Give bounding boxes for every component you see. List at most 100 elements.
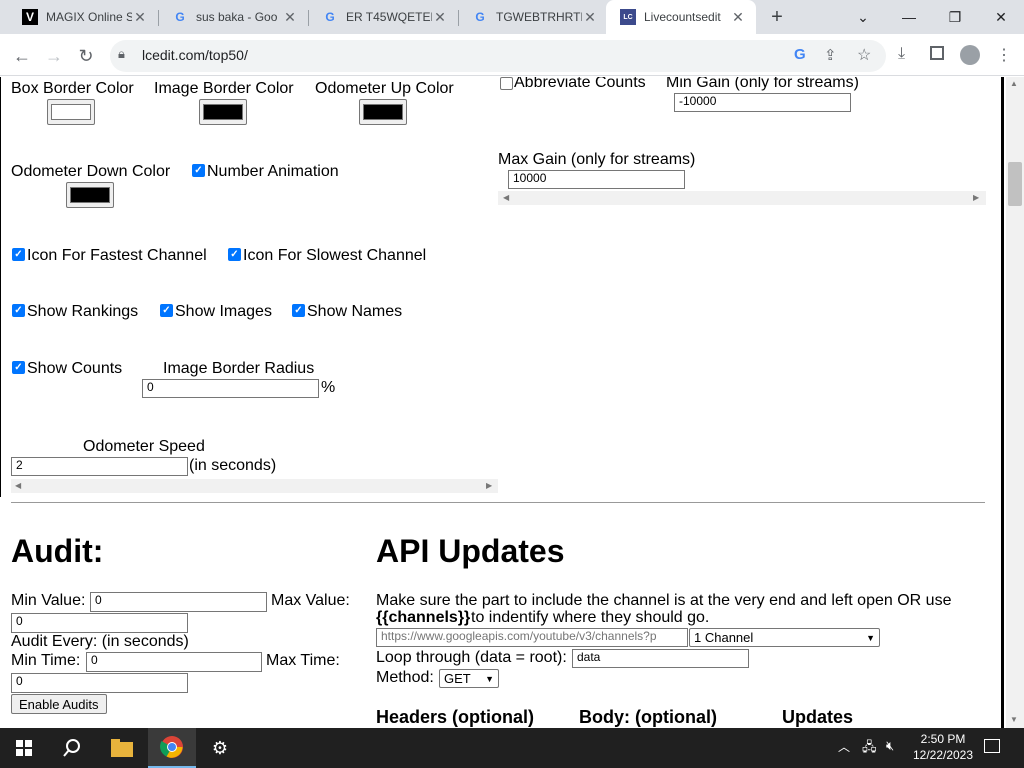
- close-icon[interactable]: ✕: [282, 9, 298, 26]
- chevron-down-icon: ▼: [866, 632, 875, 643]
- tab-tgwebtrhrtb[interactable]: G TGWEBTRHRTB ✕: [458, 0, 608, 34]
- page-content: Box Border Color Image Border Color Odom…: [0, 77, 1006, 728]
- headers-heading: Headers (optional): [376, 707, 535, 727]
- forward-icon[interactable]: →: [40, 42, 68, 70]
- box-border-color-picker[interactable]: [47, 99, 95, 125]
- color-swatch: [203, 104, 243, 120]
- show-images-label: Show Images: [175, 303, 272, 320]
- color-swatch: [70, 187, 110, 203]
- close-icon[interactable]: ✕: [432, 9, 448, 26]
- number-animation-checkbox[interactable]: ✓: [192, 164, 205, 177]
- profile-avatar-icon[interactable]: [960, 45, 980, 65]
- google-favicon-icon: G: [325, 10, 335, 24]
- tab-magix[interactable]: V MAGIX Online S ✕: [8, 0, 158, 34]
- volume-muted-icon[interactable]: 🔇︎: [886, 738, 894, 754]
- file-explorer-icon[interactable]: [98, 728, 146, 768]
- odometer-down-color-picker[interactable]: [66, 182, 114, 208]
- left-horizontal-scrollbar[interactable]: [11, 479, 498, 493]
- image-border-color-picker[interactable]: [199, 99, 247, 125]
- scroll-left-arrow-icon[interactable]: ◀: [15, 481, 21, 490]
- scroll-right-arrow-icon[interactable]: ▶: [973, 193, 979, 202]
- show-rankings-checkbox[interactable]: ✓: [12, 304, 25, 317]
- reload-icon[interactable]: ↻: [72, 42, 100, 70]
- scroll-down-arrow-icon[interactable]: ▼: [1010, 715, 1018, 724]
- max-time-input[interactable]: 0: [11, 673, 188, 693]
- new-tab-icon[interactable]: +: [764, 5, 790, 29]
- restore-icon[interactable]: ❐: [932, 0, 978, 34]
- channel-count-select[interactable]: 1 Channel ▼: [689, 628, 880, 647]
- show-images-checkbox[interactable]: ✓: [160, 304, 173, 317]
- abbreviate-counts-label: Abbreviate Counts: [514, 77, 646, 91]
- odometer-speed-input[interactable]: 2: [11, 457, 188, 476]
- google-lens-icon[interactable]: G: [794, 46, 806, 63]
- abbreviate-counts-checkbox[interactable]: [500, 77, 513, 90]
- bookmark-star-icon[interactable]: ☆: [857, 45, 871, 65]
- google-favicon-icon: G: [475, 10, 485, 24]
- audit-heading: Audit:: [11, 533, 104, 569]
- icon-fastest-label: Icon For Fastest Channel: [27, 247, 207, 264]
- icon-slowest-checkbox[interactable]: ✓: [228, 248, 241, 261]
- image-border-radius-input[interactable]: 0: [142, 379, 319, 398]
- method-select[interactable]: GET ▼: [439, 669, 499, 688]
- tab-search-chevron-icon[interactable]: ⌄: [840, 0, 886, 34]
- settings-gear-icon[interactable]: ⚙: [196, 728, 244, 768]
- tab-er-t45wqeter[interactable]: G ER T45WQETER ✕: [308, 0, 458, 34]
- close-icon[interactable]: ✕: [730, 9, 746, 26]
- google-favicon-icon: G: [175, 10, 185, 24]
- icon-slowest-label: Icon For Slowest Channel: [243, 247, 427, 264]
- odometer-speed-label: Odometer Speed: [83, 438, 205, 455]
- scroll-left-arrow-icon[interactable]: ◀: [503, 193, 509, 202]
- color-swatch: [51, 104, 91, 120]
- close-icon[interactable]: ✕: [132, 9, 148, 26]
- min-time-label: Min Time:: [11, 652, 81, 669]
- tab-sus-baka[interactable]: G sus baka - Goo ✕: [158, 0, 308, 34]
- notification-icon[interactable]: [984, 739, 1000, 753]
- min-gain-label: Min Gain (only for streams): [666, 77, 859, 91]
- show-counts-checkbox[interactable]: ✓: [12, 361, 25, 374]
- image-border-color-label: Image Border Color: [154, 80, 294, 97]
- download-icon[interactable]: ⤓: [898, 45, 905, 63]
- scroll-up-arrow-icon[interactable]: ▲: [1010, 79, 1018, 88]
- side-panel-icon[interactable]: [930, 46, 944, 60]
- chevron-down-icon: ▼: [485, 673, 494, 684]
- scrollbar-thumb[interactable]: [1008, 162, 1022, 206]
- search-icon[interactable]: [48, 728, 96, 768]
- max-time-label: Max Time:: [266, 652, 340, 669]
- clock-date: 12/22/2023: [912, 748, 974, 762]
- lock-icon[interactable]: 🔒︎: [118, 46, 125, 62]
- share-icon[interactable]: ⇪: [824, 46, 837, 64]
- api-url-input[interactable]: https://www.googleapis.com/youtube/v3/ch…: [376, 628, 688, 647]
- windows-start-icon[interactable]: [0, 728, 48, 768]
- tab-title: Livecountsedit: [644, 10, 721, 24]
- chevron-up-icon[interactable]: ︿: [838, 738, 850, 755]
- right-horizontal-scrollbar[interactable]: [498, 191, 986, 205]
- clock[interactable]: 2:50 PM 12/22/2023: [912, 731, 974, 763]
- minimize-icon[interactable]: —: [886, 0, 932, 34]
- show-counts-label: Show Counts: [27, 360, 123, 377]
- window-close-icon[interactable]: ✕: [978, 0, 1024, 34]
- max-value-label: Max Value:: [271, 592, 350, 609]
- min-value-input[interactable]: 0: [90, 592, 267, 612]
- odometer-up-color-picker[interactable]: [359, 99, 407, 125]
- min-time-input[interactable]: 0: [86, 652, 262, 672]
- max-value-input[interactable]: 0: [11, 613, 188, 633]
- loop-through-input[interactable]: data: [572, 649, 749, 668]
- tab-livecountsedit[interactable]: LC Livecountsedit ✕: [606, 0, 756, 34]
- network-icon[interactable]: 🖧︎: [862, 738, 877, 760]
- scroll-right-arrow-icon[interactable]: ▶: [486, 481, 492, 490]
- back-icon[interactable]: ←: [8, 42, 36, 70]
- icon-fastest-checkbox[interactable]: ✓: [12, 248, 25, 261]
- channel-count-value: 1 Channel: [694, 630, 754, 645]
- url-text[interactable]: lcedit.com/top50/: [142, 47, 248, 63]
- chrome-taskbar-icon[interactable]: [148, 728, 196, 768]
- more-menu-icon[interactable]: ⋮: [996, 45, 1012, 65]
- min-gain-input[interactable]: -10000: [674, 93, 851, 112]
- tab-title: TGWEBTRHRTB: [496, 10, 582, 24]
- show-names-checkbox[interactable]: ✓: [292, 304, 305, 317]
- max-gain-label: Max Gain (only for streams): [498, 151, 696, 168]
- in-seconds-label: (in seconds): [189, 457, 277, 474]
- enable-audits-button[interactable]: Enable Audits: [11, 694, 107, 714]
- max-gain-input[interactable]: 10000: [508, 170, 685, 189]
- percent-label: %: [321, 379, 336, 396]
- close-icon[interactable]: ✕: [582, 9, 598, 26]
